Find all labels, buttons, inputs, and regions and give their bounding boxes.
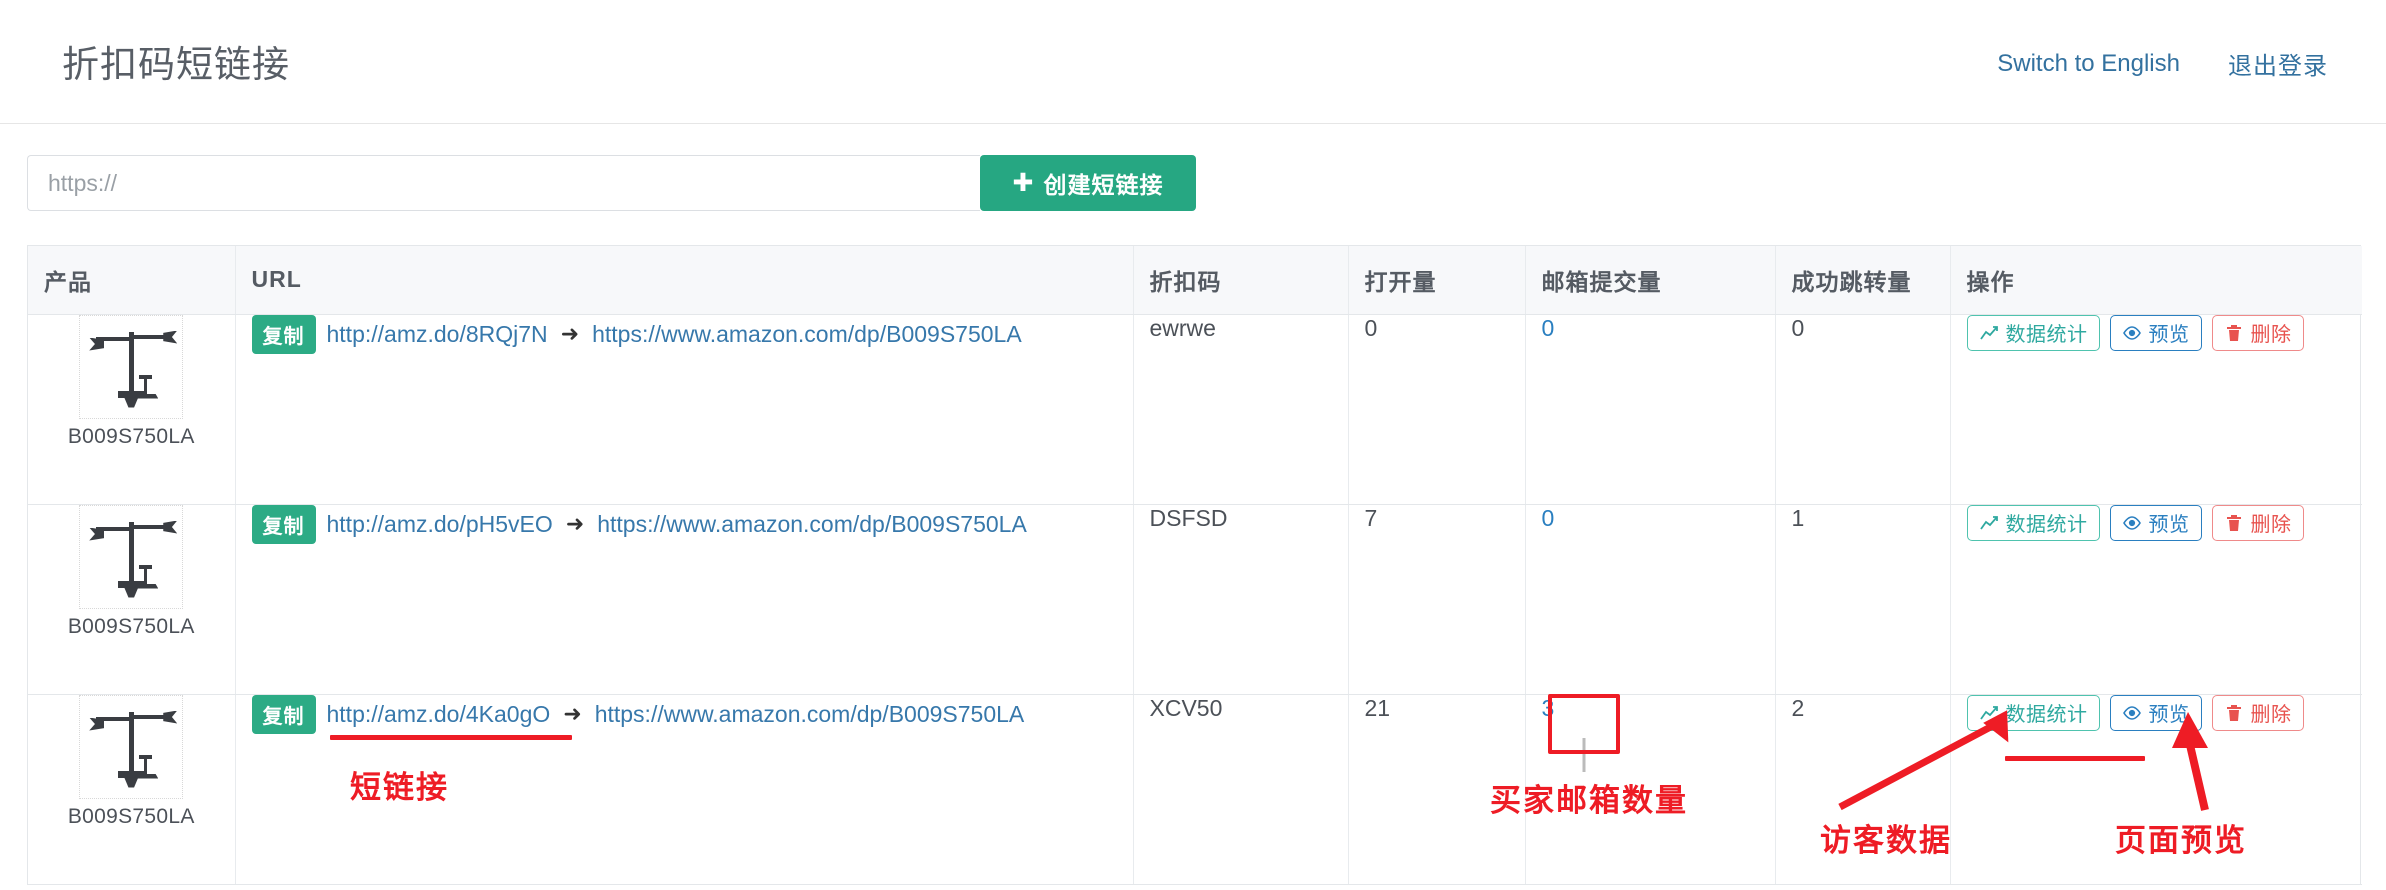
column-header-opens: 打开量 bbox=[1348, 246, 1526, 315]
stats-button[interactable]: 数据统计 bbox=[1966, 314, 2100, 351]
product-asin-label: B009S750LA bbox=[67, 614, 195, 638]
preview-button[interactable]: 预览 bbox=[2109, 504, 2202, 541]
cell-product: B009S750LA bbox=[28, 694, 236, 885]
chart-line-icon bbox=[1979, 325, 1998, 340]
product-thumbnail bbox=[79, 694, 184, 799]
destination-url-link[interactable]: https://www.amazon.com/dp/B009S750LA bbox=[595, 701, 1025, 728]
column-header-url: URL bbox=[235, 246, 1134, 315]
trash-icon bbox=[2226, 514, 2241, 531]
plus-icon: ✚ bbox=[1012, 168, 1035, 197]
email-count-link[interactable]: 0 bbox=[1542, 505, 1555, 531]
logout-link[interactable]: 退出登录 bbox=[2228, 46, 2328, 81]
trash-icon bbox=[2226, 324, 2241, 341]
delete-button[interactable]: 删除 bbox=[2211, 314, 2304, 351]
preview-button-label: 预览 bbox=[2148, 324, 2190, 346]
email-count-link[interactable]: 0 bbox=[1542, 315, 1555, 341]
annotation-box-email-count bbox=[1548, 694, 1620, 754]
header-actions: Switch to English 退出登录 bbox=[1997, 46, 2328, 81]
switch-language-link[interactable]: Switch to English bbox=[1997, 50, 2180, 78]
annotation-underline-stats-button bbox=[2005, 756, 2145, 761]
annotation-underline-short-url bbox=[330, 735, 572, 740]
page-title: 折扣码短链接 bbox=[62, 44, 290, 85]
arrow-right-icon: ➜ bbox=[563, 701, 582, 726]
table-header-row: 产品 URL 折扣码 打开量 邮箱提交量 成功跳转量 操作 bbox=[28, 246, 2362, 315]
create-short-link-label: 创建短链接 bbox=[1043, 172, 1164, 198]
preview-button-label: 预览 bbox=[2148, 514, 2190, 536]
app-page: 折扣码短链接 Switch to English 退出登录 ✚ 创建短链接 产品… bbox=[0, 0, 2386, 890]
copy-button[interactable]: 复制 bbox=[251, 314, 316, 354]
stats-button[interactable]: 数据统计 bbox=[1966, 504, 2100, 541]
product-asin-label: B009S750LA bbox=[67, 804, 195, 828]
cell-product: B009S750LA bbox=[28, 314, 236, 505]
column-header-redirects: 成功跳转量 bbox=[1775, 246, 1951, 315]
cell-email-count: 0 bbox=[1525, 504, 1776, 695]
cell-open-count: 0 bbox=[1348, 314, 1526, 505]
page-header: 折扣码短链接 Switch to English 退出登录 bbox=[0, 0, 2386, 124]
cell-discount-code: DSFSD bbox=[1133, 504, 1349, 695]
cell-actions: 数据统计 预览 删除 bbox=[1950, 314, 2362, 505]
annotation-buyer-email-count: 买家邮箱数量 bbox=[1490, 783, 1688, 818]
column-header-emails: 邮箱提交量 bbox=[1525, 246, 1776, 315]
chart-line-icon bbox=[1979, 705, 1998, 720]
product-thumbnail bbox=[79, 314, 184, 419]
delete-button[interactable]: 删除 bbox=[2211, 694, 2304, 731]
short-url-link[interactable]: http://amz.do/pH5vEO bbox=[327, 511, 553, 538]
delete-button[interactable]: 删除 bbox=[2211, 504, 2304, 541]
cell-url: 复制 http://amz.do/8RQj7N ➜ https://www.am… bbox=[235, 314, 1134, 505]
delete-button-label: 删除 bbox=[2250, 514, 2292, 536]
cell-redirect-count: 0 bbox=[1775, 314, 1951, 505]
eye-icon bbox=[2122, 515, 2141, 530]
copy-button[interactable]: 复制 bbox=[251, 504, 316, 544]
cell-redirect-count: 1 bbox=[1775, 504, 1951, 695]
column-header-actions: 操作 bbox=[1950, 246, 2362, 315]
annotation-page-preview: 页面预览 bbox=[2115, 823, 2247, 858]
delete-button-label: 删除 bbox=[2250, 324, 2292, 346]
cell-discount-code: XCV50 bbox=[1133, 694, 1349, 885]
column-header-code: 折扣码 bbox=[1133, 246, 1349, 315]
annotation-visitor-data: 访客数据 bbox=[1820, 823, 1952, 858]
annotation-short-link: 短链接 bbox=[350, 770, 449, 805]
arrow-right-icon: ➜ bbox=[560, 321, 580, 346]
cell-product: B009S750LA bbox=[28, 504, 236, 695]
arrow-right-icon: ➜ bbox=[565, 511, 585, 536]
product-asin-label: B009S750LA bbox=[67, 424, 195, 448]
short-url-link[interactable]: http://amz.do/8RQj7N bbox=[327, 321, 548, 348]
copy-button[interactable]: 复制 bbox=[251, 694, 316, 734]
preview-button[interactable]: 预览 bbox=[2109, 314, 2202, 351]
create-link-toolbar: ✚ 创建短链接 bbox=[27, 155, 1196, 211]
cell-discount-code: ewrwe bbox=[1133, 314, 1349, 505]
url-input[interactable] bbox=[27, 155, 980, 211]
short-url-link[interactable]: http://amz.do/4Ka0gO bbox=[327, 701, 551, 728]
stats-button[interactable]: 数据统计 bbox=[1966, 694, 2100, 731]
column-header-product: 产品 bbox=[28, 246, 236, 315]
cell-open-count: 7 bbox=[1348, 504, 1526, 695]
stats-button-label: 数据统计 bbox=[2005, 324, 2088, 346]
trash-icon bbox=[2226, 704, 2241, 721]
preview-button-label: 预览 bbox=[2148, 704, 2190, 726]
destination-url-link[interactable]: https://www.amazon.com/dp/B009S750LA bbox=[592, 321, 1022, 348]
table-row: B009S750LA 复制 http://amz.do/8RQj7N ➜ htt… bbox=[28, 314, 2362, 505]
chart-line-icon bbox=[1979, 515, 1998, 530]
stats-button-label: 数据统计 bbox=[2005, 514, 2088, 536]
preview-button[interactable]: 预览 bbox=[2109, 694, 2202, 731]
eye-icon bbox=[2122, 705, 2141, 720]
stats-button-label: 数据统计 bbox=[2005, 704, 2088, 726]
delete-button-label: 删除 bbox=[2250, 704, 2292, 726]
product-thumbnail bbox=[79, 504, 184, 609]
table-row: B009S750LA 复制 http://amz.do/pH5vEO ➜ htt… bbox=[28, 504, 2362, 695]
cell-actions: 数据统计 预览 删除 bbox=[1950, 504, 2362, 695]
eye-icon bbox=[2122, 325, 2141, 340]
cell-email-count: 0 bbox=[1525, 314, 1776, 505]
destination-url-link[interactable]: https://www.amazon.com/dp/B009S750LA bbox=[597, 511, 1027, 538]
cell-url: 复制 http://amz.do/pH5vEO ➜ https://www.am… bbox=[235, 504, 1134, 695]
create-short-link-button[interactable]: ✚ 创建短链接 bbox=[980, 155, 1196, 211]
